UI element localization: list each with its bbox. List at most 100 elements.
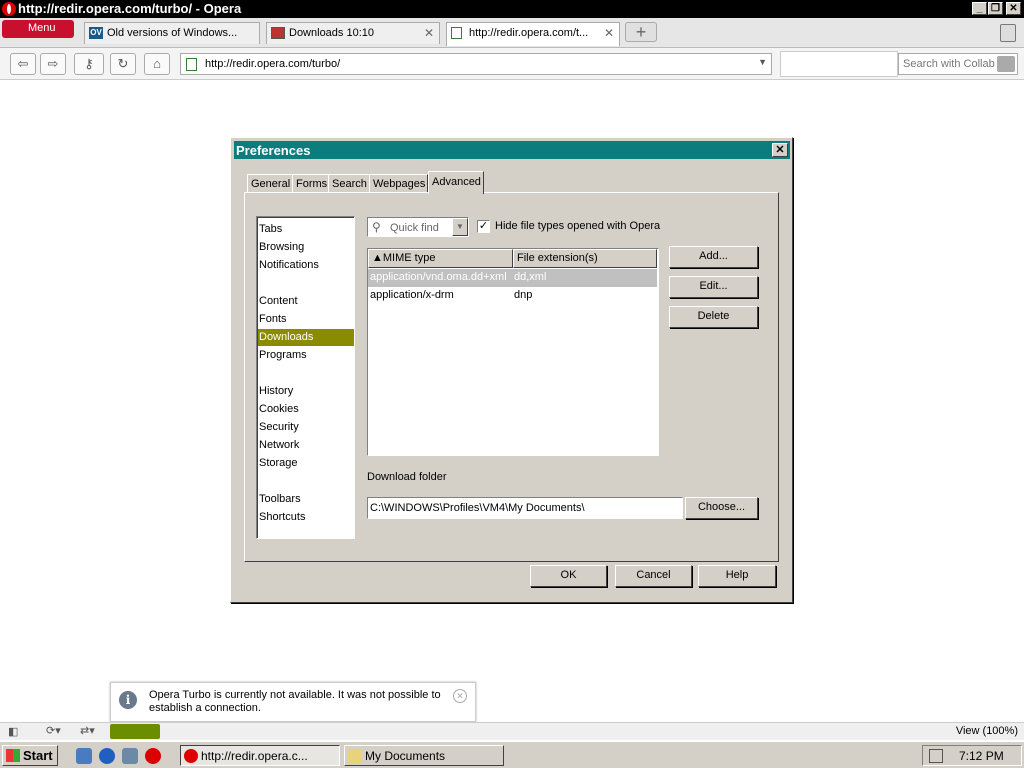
download-folder-field[interactable]: C:\WINDOWS\Profiles\VM4\My Documents\	[367, 497, 683, 519]
tab-search[interactable]: Search	[328, 174, 370, 193]
chevron-down-icon[interactable]: ▼	[452, 218, 468, 236]
close-button[interactable]: ✕	[1006, 2, 1021, 15]
search-icon[interactable]	[997, 56, 1015, 72]
key-icon[interactable]: ⚷	[74, 53, 104, 75]
dialog-title: Preferences	[236, 143, 311, 158]
hide-file-types-label[interactable]: Hide file types opened with Opera	[495, 220, 660, 232]
delete-button[interactable]: Delete	[669, 306, 758, 328]
folder-icon	[348, 749, 362, 763]
quick-find-input[interactable]: ⚲ Quick find ▼	[367, 217, 469, 237]
table-row[interactable]: application/vnd.oma.dd+xml dd,xml	[368, 269, 657, 287]
tab-webpages[interactable]: Webpages	[369, 174, 429, 193]
close-icon[interactable]: ✕	[453, 689, 467, 703]
restore-button[interactable]: ❐	[988, 2, 1003, 15]
category-toolbars[interactable]: Toolbars	[258, 491, 354, 508]
category-cookies[interactable]: Cookies	[258, 401, 354, 418]
address-bar[interactable]: http://redir.opera.com/turbo/ ▼	[180, 53, 772, 75]
add-button[interactable]: Add...	[669, 246, 758, 268]
cancel-button[interactable]: Cancel	[615, 565, 692, 587]
home-button[interactable]: ⌂	[144, 53, 170, 75]
quick-find-placeholder: Quick find	[390, 222, 439, 234]
start-button[interactable]: Start	[2, 745, 58, 766]
category-content[interactable]: Content	[258, 293, 354, 310]
category-security[interactable]: Security	[258, 419, 354, 436]
forward-button[interactable]: ⇨	[40, 53, 66, 75]
sync-icon[interactable]: ⟳▾	[46, 724, 61, 737]
search-placeholder: Search with Collab	[903, 58, 995, 70]
trash-icon[interactable]	[1000, 24, 1016, 42]
info-icon: i	[119, 691, 137, 709]
category-browsing[interactable]: Browsing	[258, 239, 354, 256]
tab-label: Downloads 10:10	[289, 27, 375, 39]
network-icon[interactable]: ⇄▾	[80, 724, 95, 737]
tab-general[interactable]: General	[247, 174, 294, 193]
tab-forms[interactable]: Forms	[292, 174, 331, 193]
show-desktop-icon[interactable]	[76, 748, 92, 764]
task-label: My Documents	[365, 749, 446, 763]
turbo-notification: i Opera Turbo is currently not available…	[110, 682, 476, 722]
tab-downloads[interactable]: Downloads 10:10 ✕	[266, 22, 440, 44]
category-fonts[interactable]: Fonts	[258, 311, 354, 328]
category-notifications[interactable]: Notifications	[258, 257, 354, 274]
category-list[interactable]: Tabs Browsing Notifications Content Font…	[256, 216, 355, 539]
category-storage[interactable]: Storage	[258, 455, 354, 472]
task-label: http://redir.opera.c...	[201, 749, 308, 763]
hide-file-types-checkbox[interactable]: ✓	[477, 220, 490, 233]
task-opera[interactable]: http://redir.opera.c...	[180, 745, 340, 766]
tab-old-versions[interactable]: OV Old versions of Windows...	[84, 22, 260, 44]
category-programs[interactable]: Programs	[258, 347, 354, 364]
tab-advanced[interactable]: Advanced	[428, 171, 484, 194]
opera-icon	[184, 749, 198, 763]
mime-cell: application/x-drm	[370, 289, 454, 301]
menu-label: Menu	[28, 22, 56, 34]
category-downloads[interactable]: Downloads	[258, 329, 354, 346]
panel-toggle-icon[interactable]: ◧	[8, 725, 18, 738]
page-icon	[451, 27, 462, 39]
sort-arrow-icon: ▲	[372, 252, 383, 264]
reload-button[interactable]: ↻	[110, 53, 136, 75]
opera-logo-icon	[2, 2, 16, 16]
ok-button[interactable]: OK	[530, 565, 607, 587]
page-icon	[186, 58, 197, 71]
tab-close-icon[interactable]: ✕	[604, 26, 614, 40]
mime-table: ▲MIME type File extension(s) application…	[367, 248, 659, 456]
tab-label: Forms	[296, 178, 328, 190]
oldversion-favicon-icon: OV	[89, 27, 103, 39]
navigation-bar: ⇦ ⇨ ⚷ ↻ ⌂ http://redir.opera.com/turbo/ …	[0, 48, 1024, 80]
search-input[interactable]: Search with Collab	[898, 53, 1018, 75]
window-title: http://redir.opera.com/turbo/ - Opera	[18, 1, 242, 16]
category-tabs[interactable]: Tabs	[258, 221, 354, 238]
search-engine-preview	[780, 51, 898, 77]
outlook-icon[interactable]	[122, 748, 138, 764]
column-header-mime[interactable]: ▲MIME type	[368, 249, 513, 268]
turbo-icon[interactable]	[110, 724, 160, 739]
minimize-button[interactable]: _	[972, 2, 987, 15]
column-header-extension[interactable]: File extension(s)	[513, 249, 657, 268]
category-history[interactable]: History	[258, 383, 354, 400]
tab-bar: Menu OV Old versions of Windows... Downl…	[0, 18, 1024, 48]
search-icon: ⚲	[372, 220, 381, 234]
category-network[interactable]: Network	[258, 437, 354, 454]
task-my-documents[interactable]: My Documents	[344, 745, 504, 766]
choose-button[interactable]: Choose...	[685, 497, 758, 519]
internet-explorer-icon[interactable]	[99, 748, 115, 764]
new-tab-button[interactable]: +	[625, 22, 657, 42]
table-row[interactable]: application/x-drm dnp	[368, 287, 657, 305]
tab-label: http://redir.opera.com/t...	[469, 27, 589, 39]
tab-label: Old versions of Windows...	[107, 27, 238, 39]
back-button[interactable]: ⇦	[10, 53, 36, 75]
category-shortcuts[interactable]: Shortcuts	[258, 509, 354, 526]
opera-menu-button[interactable]: Menu	[2, 20, 74, 38]
opera-icon[interactable]	[145, 748, 161, 764]
tab-label: Webpages	[373, 178, 426, 190]
network-tray-icon[interactable]	[929, 749, 943, 763]
dropdown-arrow-icon[interactable]: ▼	[758, 57, 767, 67]
tab-turbo[interactable]: http://redir.opera.com/t... ✕	[446, 22, 620, 46]
zoom-level[interactable]: View (100%)	[956, 725, 1018, 737]
help-button[interactable]: Help	[698, 565, 776, 587]
dialog-titlebar: Preferences ✕	[234, 141, 790, 159]
tab-close-icon[interactable]: ✕	[424, 26, 434, 40]
column-header-label: MIME type	[382, 252, 436, 264]
dialog-close-button[interactable]: ✕	[772, 143, 788, 157]
edit-button[interactable]: Edit...	[669, 276, 758, 298]
